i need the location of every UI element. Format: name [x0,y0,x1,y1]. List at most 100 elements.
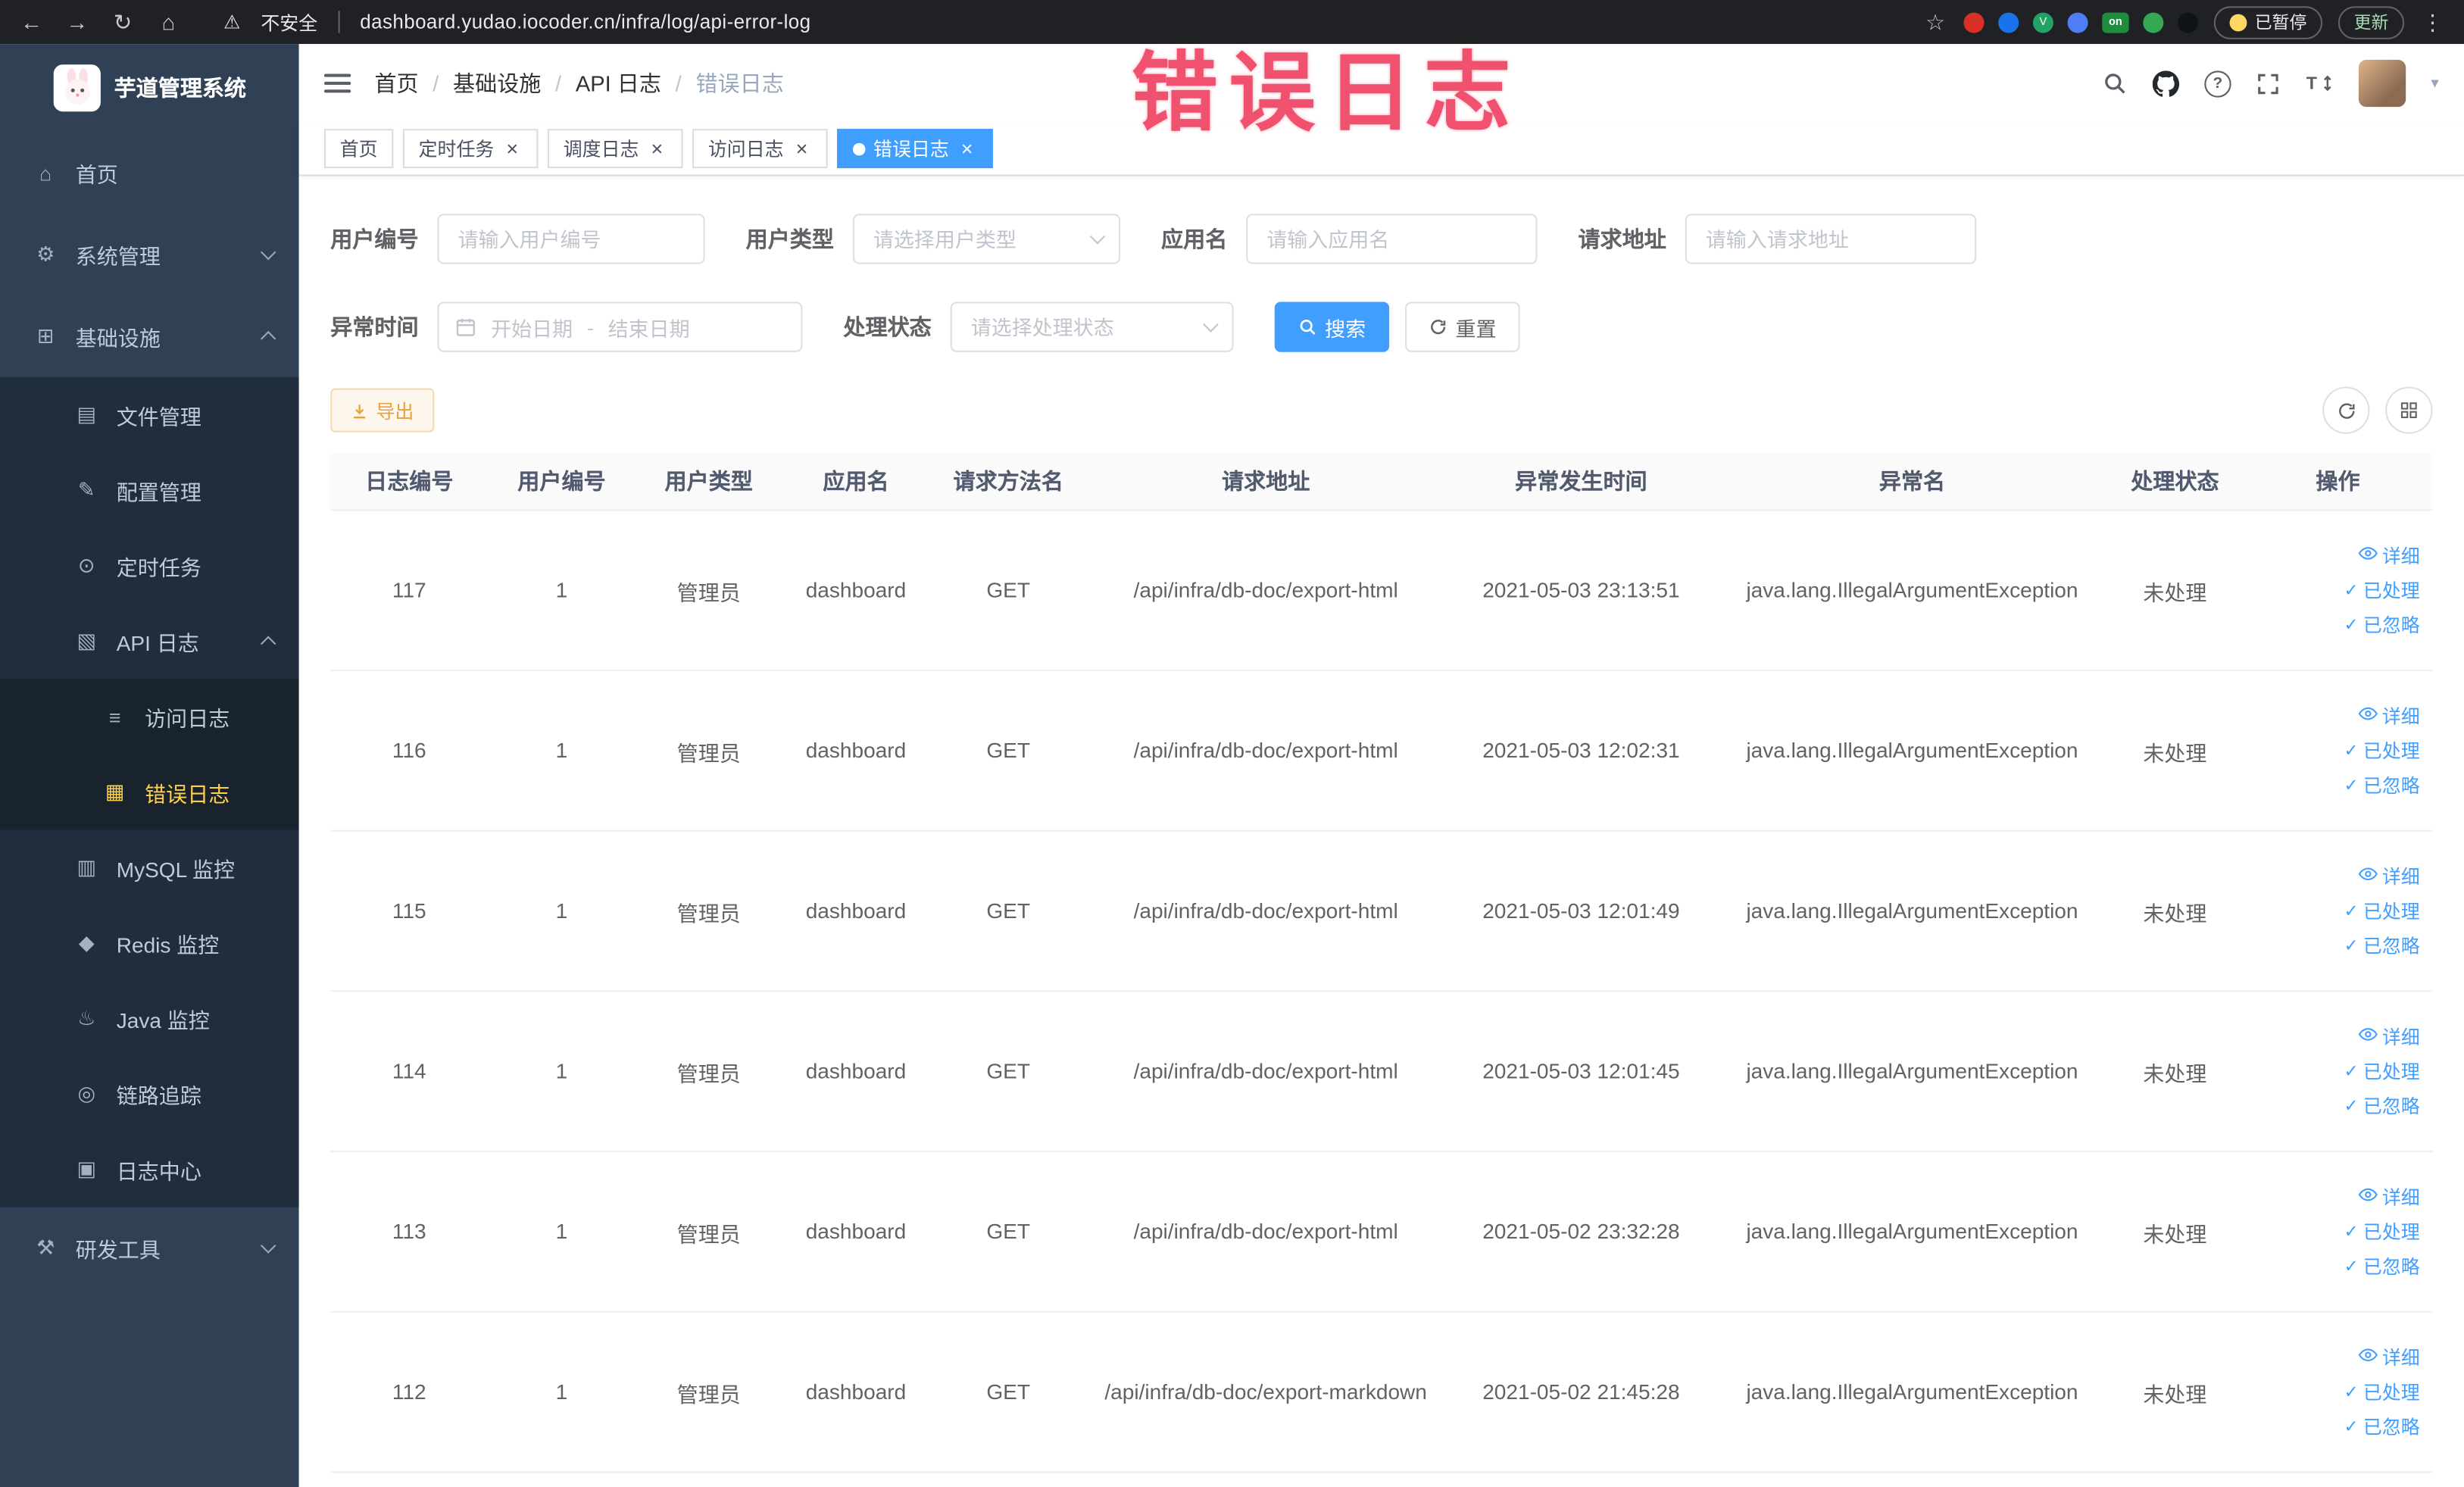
cell: java.lang.IllegalArgumentException [1746,739,2078,763]
search-button[interactable]: 搜索 [1274,301,1390,352]
breadcrumb-item[interactable]: 首页 [374,67,418,99]
action-label: 已处理 [2363,1221,2420,1244]
cell: dashboard [805,1220,907,1244]
hamburger-icon[interactable] [323,69,351,97]
logo[interactable]: 芋道管理系统 [0,44,299,132]
processed-link[interactable]: ✓ 已处理 [2344,1218,2420,1245]
avatar[interactable] [2358,59,2406,108]
cell: 112 [392,1379,426,1404]
log-center-icon: ▣ [77,1157,97,1181]
sidebar-item-trace[interactable]: ◎ 链路追踪 [0,1056,299,1132]
tab-close-icon[interactable]: × [957,138,977,158]
user-id-input[interactable] [437,214,705,264]
security-label[interactable]: 不安全 [261,8,317,35]
sidebar-item-log-center[interactable]: ▣ 日志中心 [0,1132,299,1207]
paused-button[interactable]: 已暂停 [2213,5,2323,39]
sidebar-item-access-log[interactable]: ≡ 访问日志 [0,679,299,755]
sidebar-item-infra[interactable]: ⊞ 基础设施 [0,295,299,377]
chevron-down-icon[interactable]: ▾ [2431,75,2438,92]
back-icon[interactable]: ← [19,9,44,34]
app-name-input[interactable] [1246,214,1538,264]
processed-link[interactable]: ✓ 已处理 [2344,898,2420,924]
sidebar-item-system[interactable]: ⚙ 系统管理 [0,214,299,295]
search-icon[interactable] [2102,70,2127,95]
column-header: 处理状态 [2131,468,2219,494]
ignored-link[interactable]: ✓ 已忽略 [2344,932,2420,959]
help-icon[interactable]: ? [2204,70,2231,97]
user-type-select[interactable] [852,214,1121,264]
sidebar-item-label: 系统管理 [75,245,161,269]
cell: 1 [555,898,568,923]
ignored-link[interactable]: ✓ 已忽略 [2344,1253,2420,1279]
ignored-link[interactable]: ✓ 已忽略 [2344,1092,2420,1119]
extension-grid-icon[interactable] [2067,11,2088,33]
check-icon: ✓ [2344,1257,2359,1276]
detail-link[interactable]: 详细 [2358,863,2420,889]
processed-link[interactable]: ✓ 已处理 [2344,1058,2420,1085]
ignored-link[interactable]: ✓ 已忽略 [2344,1414,2420,1440]
processed-link[interactable]: ✓ 已处理 [2344,1379,2420,1405]
bookmark-star-icon[interactable]: ☆ [1922,8,1947,35]
processed-link[interactable]: ✓ 已处理 [2344,737,2420,764]
reset-button[interactable]: 重置 [1405,301,1520,352]
update-button[interactable]: 更新 [2338,5,2405,39]
extension-leaf-icon[interactable] [2143,11,2164,33]
ignored-link[interactable]: ✓ 已忽略 [2344,772,2420,798]
sidebar-item-redis[interactable]: ◆ Redis 监控 [0,905,299,981]
fullscreen-icon[interactable] [2256,71,2280,95]
export-button[interactable]: 导出 [330,388,435,433]
detail-link[interactable]: 详细 [2358,703,2420,729]
sidebar-item-error-log[interactable]: ▦ 错误日志 [0,754,299,830]
tab-close-icon[interactable]: × [792,138,812,158]
column-header: 操作 [2316,468,2360,494]
extension-on-icon[interactable]: on [2102,11,2129,33]
sidebar-item-home[interactable]: ⌂ 首页 [0,132,299,214]
menu-dots-icon[interactable]: ⋮ [2420,8,2445,35]
request-url-input[interactable] [1685,214,1977,264]
breadcrumb-item[interactable]: 基础设施 [453,67,541,99]
tab-close-icon[interactable]: × [502,138,523,158]
extension-bird-icon[interactable] [2177,11,2198,33]
tab-close-icon[interactable]: × [647,138,667,158]
breadcrumb-separator: / [433,70,439,96]
breadcrumb-item[interactable]: API 日志 [576,67,661,99]
font-size-icon[interactable]: T [2305,70,2333,95]
detail-link[interactable]: 详细 [2358,1184,2420,1211]
filter-exception-time: 异常时间 开始日期 - 结束日期 [330,301,803,352]
extension-drop-icon[interactable] [1998,11,2019,33]
sidebar-item-api-log[interactable]: ▧ API 日志 [0,603,299,679]
eye-icon [2358,544,2378,567]
detail-link[interactable]: 详细 [2358,542,2420,569]
github-icon[interactable] [2152,70,2179,96]
sidebar-item-mysql[interactable]: ▥ MySQL 监控 [0,829,299,906]
action-label: 已忽略 [2363,1416,2420,1439]
sidebar-item-config[interactable]: ✎ 配置管理 [0,452,299,529]
processed-link[interactable]: ✓ 已处理 [2344,577,2420,604]
refresh-button[interactable] [2322,386,2370,434]
tab-error-log[interactable]: 错误日志 × [837,129,993,169]
sidebar-item-java[interactable]: ♨ Java 监控 [0,980,299,1057]
extension-record-icon[interactable] [1963,11,1985,33]
eye-icon [2358,704,2378,728]
process-status-select[interactable] [950,301,1234,352]
cell: GET [986,578,1031,602]
date-range-picker[interactable]: 开始日期 - 结束日期 [437,301,803,352]
cell: GET [986,1220,1031,1244]
detail-link[interactable]: 详细 [2358,1344,2420,1370]
sidebar-item-file[interactable]: ▤ 文件管理 [0,377,299,453]
tab-home[interactable]: 首页 [323,129,394,169]
sidebar-item-job[interactable]: ⊙ 定时任务 [0,528,299,604]
tab-job[interactable]: 定时任务 × [402,129,539,169]
sidebar-item-dev-tools[interactable]: ⚒ 研发工具 [0,1207,299,1289]
detail-link[interactable]: 详细 [2358,1023,2420,1050]
browser-home-icon[interactable]: ⌂ [156,9,181,34]
column-settings-button[interactable] [2385,386,2433,434]
tab-access-log[interactable]: 访问日志 × [692,129,828,169]
ignored-link[interactable]: ✓ 已忽略 [2344,611,2420,638]
cell: 2021-05-03 12:02:31 [1482,739,1680,763]
extension-v-icon[interactable]: V [2032,11,2053,33]
tab-schedule-log[interactable]: 调度日志 × [547,129,683,169]
address-url[interactable]: dashboard.yudao.iocoder.cn/infra/log/api… [360,11,810,33]
forward-icon[interactable]: → [64,9,89,34]
reload-icon[interactable]: ↻ [110,8,135,35]
